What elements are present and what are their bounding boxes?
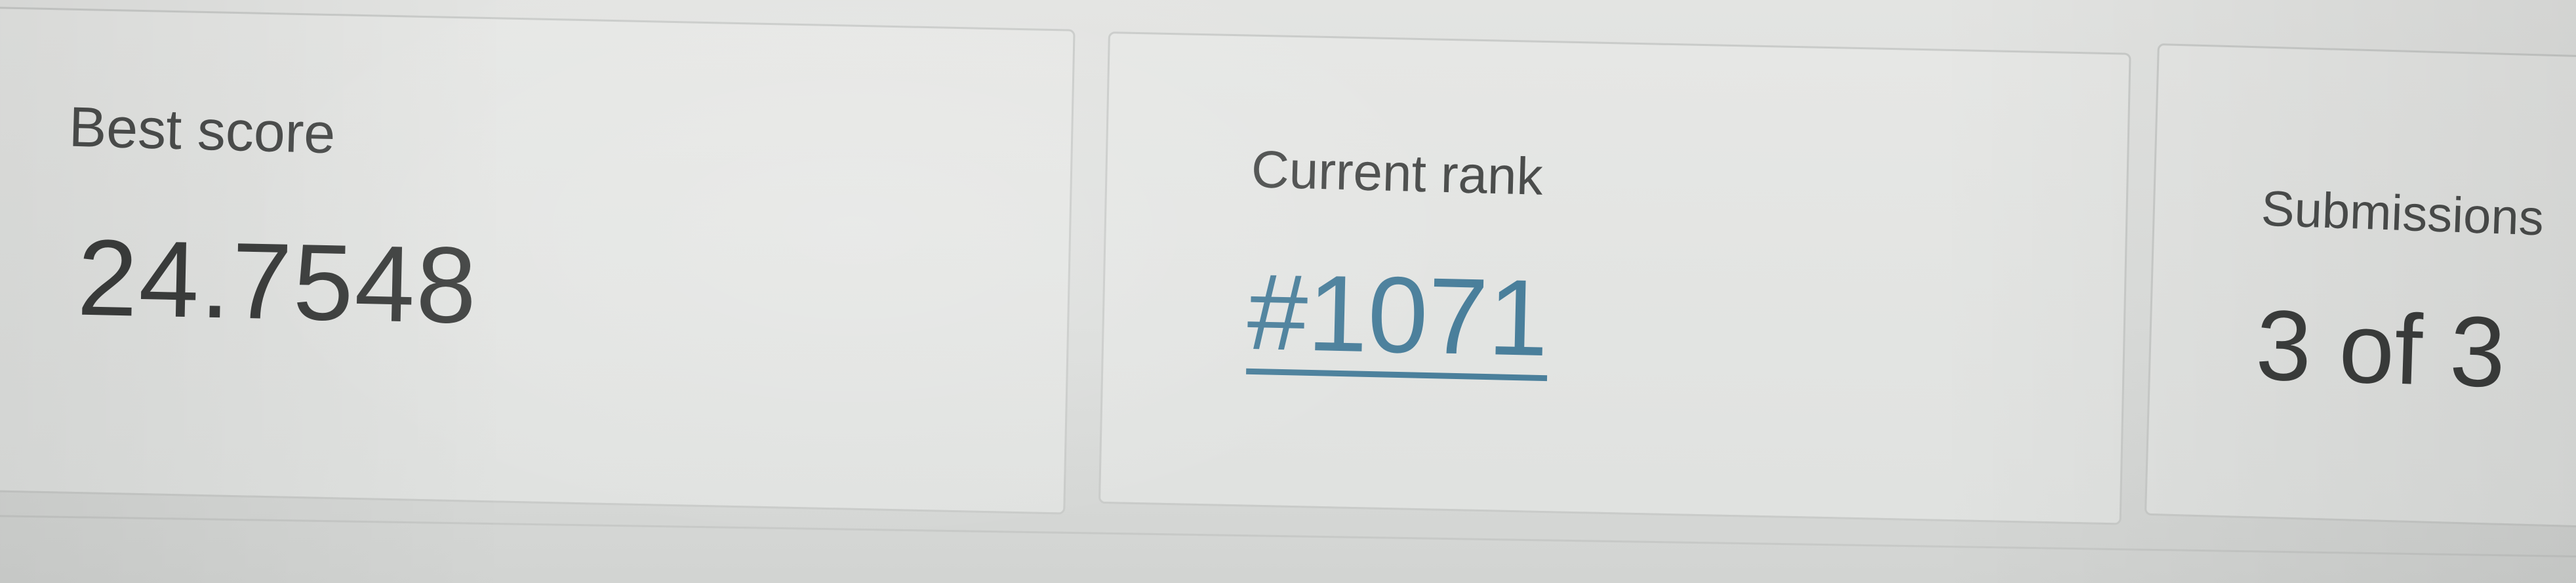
best-score-value: 24.7548 xyxy=(76,216,479,346)
stats-panel: Best score 24.7548 Current rank #1071 Su… xyxy=(0,0,2576,583)
current-rank-label: Current rank xyxy=(1250,140,1544,206)
current-rank-link[interactable]: #1071 xyxy=(1246,251,1550,382)
submissions-label: Submissions xyxy=(2260,180,2545,247)
submissions-value: 3 of 3 xyxy=(2254,289,2507,409)
submissions-card xyxy=(2144,43,2576,529)
best-score-label: Best score xyxy=(68,95,336,166)
